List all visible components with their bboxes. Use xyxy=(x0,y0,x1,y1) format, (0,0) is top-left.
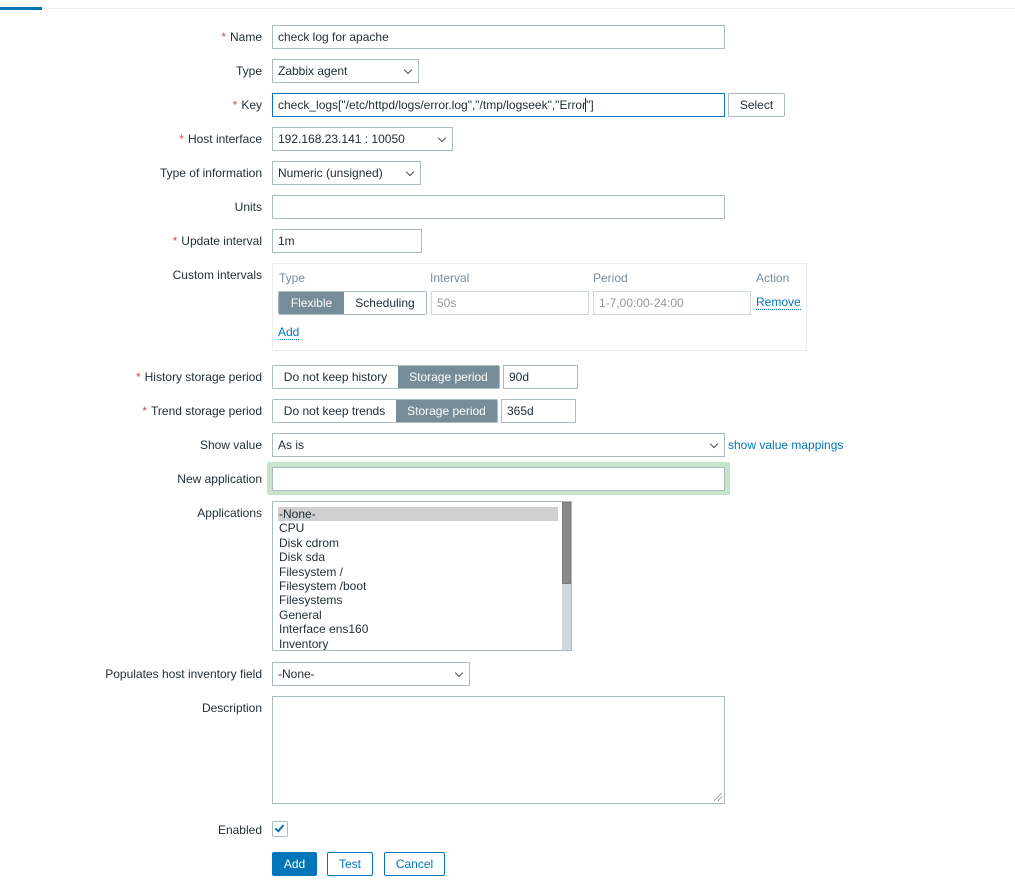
history-storage-input[interactable]: 90d xyxy=(503,365,578,389)
custom-intervals-table: Type Interval Period Action Flexible Sch… xyxy=(272,263,807,351)
period-input[interactable]: 1-7,00:00-24:00 xyxy=(593,291,751,315)
add-button[interactable]: Add xyxy=(272,852,317,876)
name-label: * Name xyxy=(221,30,262,44)
show-value-label: Show value xyxy=(199,438,262,452)
history-storage-period-option[interactable]: Storage period xyxy=(398,366,499,388)
applications-listbox[interactable]: -None- CPU Disk cdrom Disk sda Filesyste… xyxy=(272,501,572,651)
inventory-field-label: Populates host inventory field xyxy=(105,667,262,681)
trend-storage-label: * Trend storage period xyxy=(142,404,262,418)
trend-storage-period-option[interactable]: Storage period xyxy=(396,400,497,422)
tab-divider xyxy=(0,8,1015,9)
listbox-scrollbar[interactable] xyxy=(562,502,571,650)
applications-label: Applications xyxy=(197,506,262,520)
add-interval-link[interactable]: Add xyxy=(278,325,300,340)
column-header-type: Type xyxy=(279,271,306,285)
active-tab-indicator[interactable] xyxy=(0,7,42,10)
application-option[interactable]: Filesystem / xyxy=(278,565,558,579)
do-not-keep-trends-option[interactable]: Do not keep trends xyxy=(273,400,396,422)
column-header-action: Action xyxy=(756,271,790,285)
application-option[interactable]: Filesystems xyxy=(278,593,558,607)
chevron-down-icon xyxy=(437,133,447,143)
application-option[interactable]: Filesystem /boot xyxy=(278,579,558,593)
history-storage-label: * History storage period xyxy=(135,370,262,384)
column-header-period: Period xyxy=(593,271,628,285)
application-option[interactable]: Disk cdrom xyxy=(278,536,558,550)
type-of-information-select[interactable]: Numeric (unsigned) xyxy=(272,161,421,185)
application-option[interactable]: Inventory xyxy=(278,637,558,650)
chevron-down-icon xyxy=(403,65,413,75)
flexible-option[interactable]: Flexible xyxy=(279,292,344,314)
test-button[interactable]: Test xyxy=(327,852,373,876)
interval-type-toggle: Flexible Scheduling xyxy=(278,291,427,315)
type-select[interactable]: Zabbix agent xyxy=(272,59,419,83)
update-interval-input[interactable]: 1m xyxy=(272,229,422,253)
custom-intervals-label: Custom intervals xyxy=(172,268,262,282)
host-interface-select[interactable]: 192.168.23.141 : 10050 xyxy=(272,127,453,151)
enabled-checkbox[interactable] xyxy=(272,821,288,837)
description-label: Description xyxy=(201,701,262,715)
application-option[interactable]: General xyxy=(278,608,558,622)
units-label: Units xyxy=(234,200,262,214)
tab-bar xyxy=(0,0,1015,10)
application-option[interactable]: CPU xyxy=(278,521,558,535)
scrollbar-thumb[interactable] xyxy=(562,502,571,584)
application-option[interactable]: Disk sda xyxy=(278,550,558,564)
host-interface-label: * Host interface xyxy=(179,132,262,146)
units-input[interactable] xyxy=(272,195,725,219)
new-application-input[interactable] xyxy=(272,467,725,491)
trend-storage-input[interactable]: 365d xyxy=(501,399,576,423)
chevron-down-icon xyxy=(405,167,415,177)
new-application-label: New application xyxy=(177,472,262,486)
application-option[interactable]: Interface ens160 xyxy=(278,622,558,636)
checkmark-icon xyxy=(274,822,285,833)
update-interval-label: * Update interval xyxy=(172,234,262,248)
chevron-down-icon xyxy=(709,439,719,449)
remove-interval-link[interactable]: Remove xyxy=(756,295,801,310)
column-header-interval: Interval xyxy=(430,271,470,285)
trend-storage-toggle: Do not keep trends Storage period xyxy=(272,399,498,423)
scheduling-option[interactable]: Scheduling xyxy=(344,292,426,314)
key-input[interactable]: check_logs["/etc/httpd/logs/error.log","… xyxy=(272,93,725,117)
select-key-button[interactable]: Select xyxy=(728,93,785,117)
inventory-field-select[interactable]: -None- xyxy=(272,662,470,686)
chevron-down-icon xyxy=(454,668,464,678)
interval-input[interactable]: 50s xyxy=(431,291,589,315)
resize-handle-icon[interactable] xyxy=(714,793,722,801)
key-label: * Key xyxy=(232,98,262,112)
cancel-button[interactable]: Cancel xyxy=(384,852,445,876)
description-textarea[interactable] xyxy=(272,696,725,804)
enabled-label: Enabled xyxy=(217,823,262,837)
type-label: Type xyxy=(235,64,262,78)
name-input[interactable]: check log for apache xyxy=(272,25,725,49)
history-storage-toggle: Do not keep history Storage period xyxy=(272,365,500,389)
application-option[interactable]: -None- xyxy=(278,507,558,521)
show-value-select[interactable]: As is xyxy=(272,433,725,457)
do-not-keep-history-option[interactable]: Do not keep history xyxy=(273,366,398,388)
type-of-information-label: Type of information xyxy=(159,166,262,180)
show-value-mappings-link[interactable]: show value mappings xyxy=(728,438,843,452)
